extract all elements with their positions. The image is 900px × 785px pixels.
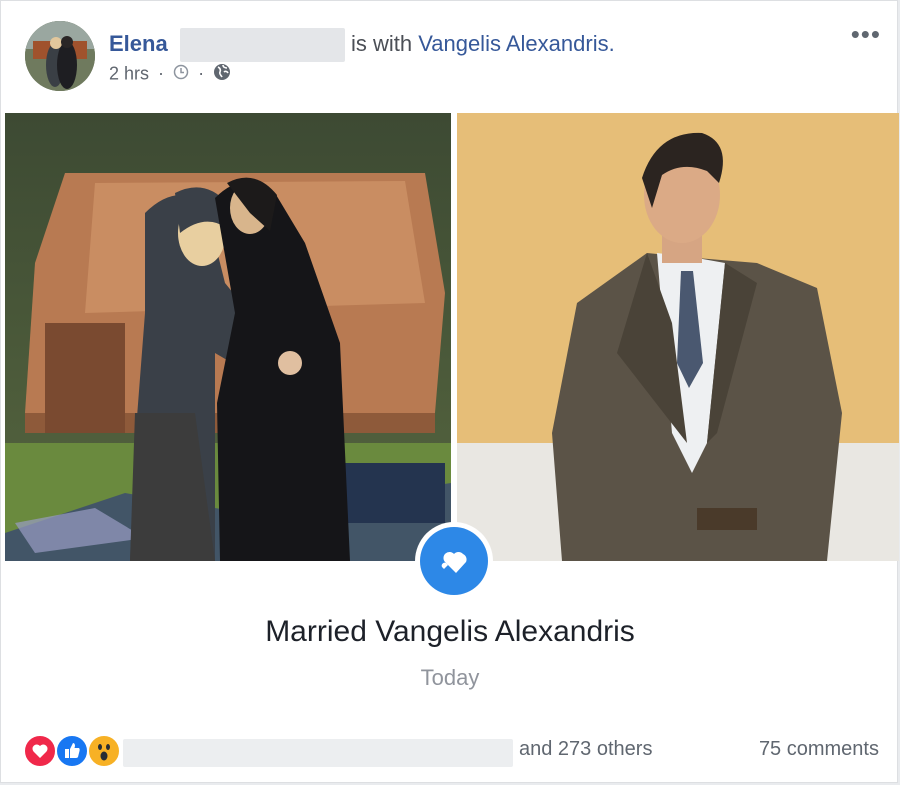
meta-separator: · [158, 63, 165, 84]
photo-couple[interactable] [5, 113, 451, 561]
life-event-date: Today [420, 665, 480, 690]
redacted-surname [179, 28, 345, 62]
reactions-others-count[interactable]: and 273 others [519, 738, 652, 761]
redacted-reactor-names [123, 739, 513, 767]
meta-separator: · [198, 63, 205, 84]
author-avatar[interactable] [25, 21, 95, 91]
author-name[interactable]: Elena [109, 31, 168, 56]
more-options-icon[interactable]: ••• [851, 19, 881, 50]
with-text: is with [350, 30, 413, 56]
love-reaction-icon [23, 734, 57, 768]
hearts-icon [420, 527, 488, 595]
life-event-badge [415, 522, 493, 600]
post-header-line: Elena is with Vangelis Alexandris. [109, 28, 615, 62]
reactions-summary[interactable] [23, 734, 123, 768]
comments-count[interactable]: 75 comments [759, 738, 879, 761]
photo-man-suit[interactable] [457, 113, 899, 561]
post-time[interactable]: 2 hrs [109, 63, 149, 83]
tagged-person-link[interactable]: Vangelis Alexandris. [418, 31, 615, 56]
like-reaction-icon [55, 734, 89, 768]
globe-icon[interactable] [213, 63, 231, 86]
post-card: Elena is with Vangelis Alexandris. 2 hrs… [0, 0, 899, 783]
post-meta: 2 hrs · · [109, 63, 231, 86]
life-event-title: Married Vangelis Alexandris [265, 615, 635, 648]
clock-icon [173, 64, 189, 85]
wow-reaction-icon [87, 734, 121, 768]
